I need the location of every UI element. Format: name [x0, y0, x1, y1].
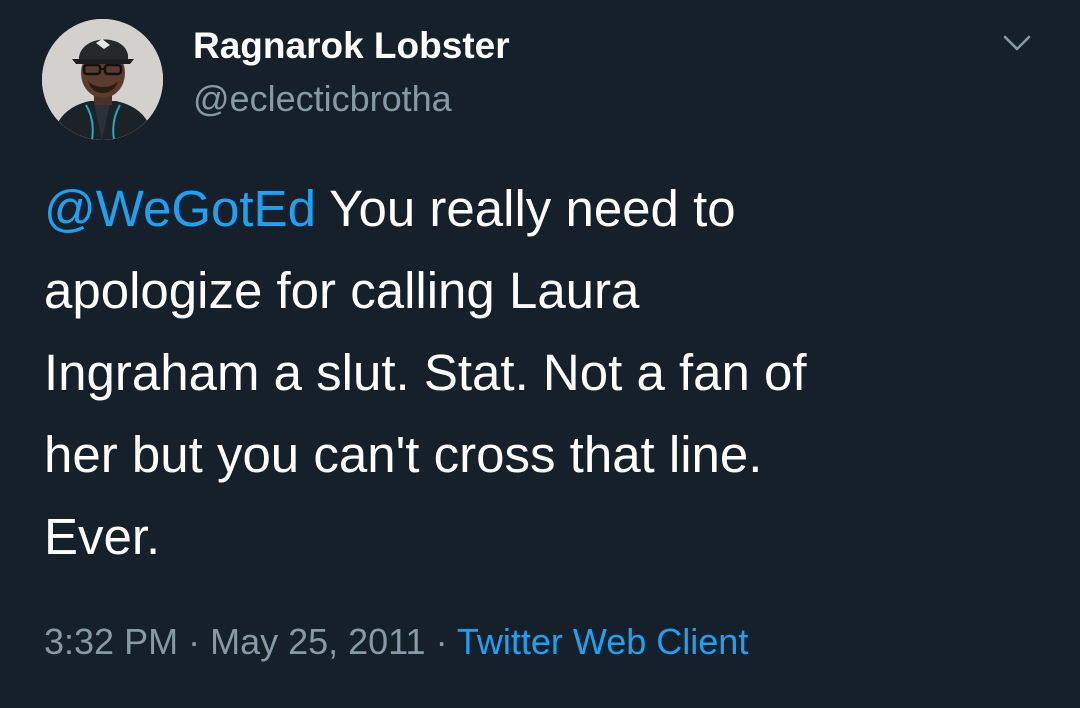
avatar[interactable] — [42, 19, 163, 140]
tweet-meta: 3:32 PM · May 25, 2011 · Twitter Web Cli… — [44, 618, 748, 666]
tweet-text-line: her but you can't cross that line. — [44, 426, 763, 483]
meta-separator: · — [178, 621, 211, 662]
tweet-text-line: Ingraham a slut. Stat. Not a fan of — [44, 344, 807, 401]
author-handle[interactable]: @eclecticbrotha — [193, 75, 510, 123]
author-block: Ragnarok Lobster @eclecticbrotha — [193, 22, 510, 123]
profile-photo-image — [42, 19, 163, 140]
tweet-text: @WeGotEd You really need to apologize fo… — [44, 168, 1044, 578]
tweet-text-line: apologize for calling Laura — [44, 262, 640, 319]
tweet-date[interactable]: May 25, 2011 — [210, 621, 425, 662]
chevron-down-icon[interactable] — [1002, 32, 1032, 54]
tweet-source-link[interactable]: Twitter Web Client — [457, 621, 748, 662]
meta-separator: · — [425, 621, 457, 662]
tweet-time[interactable]: 3:32 PM — [44, 621, 178, 662]
tweet-text-line: Ever. — [44, 508, 161, 565]
author-display-name[interactable]: Ragnarok Lobster — [193, 22, 510, 70]
tweet-text-line: @WeGotEd You really need to — [44, 168, 1044, 250]
tweet-text-segment: You really need to — [315, 180, 736, 237]
mention-link[interactable]: @WeGotEd — [44, 180, 316, 237]
tweet-card: Ragnarok Lobster @eclecticbrotha @WeGotE… — [0, 0, 1080, 708]
